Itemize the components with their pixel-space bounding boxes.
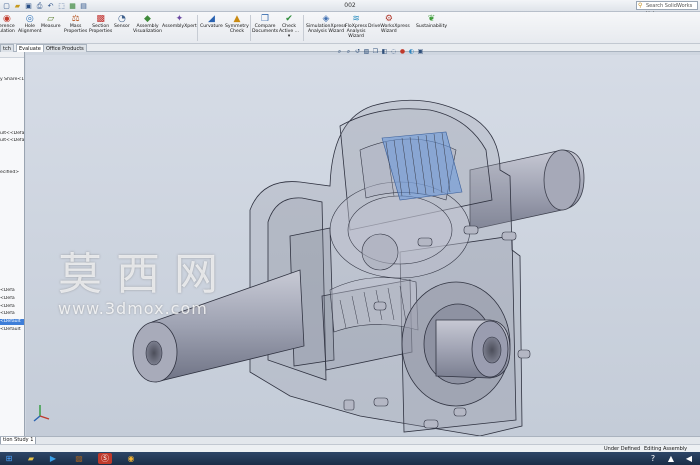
window-title: 002	[344, 2, 356, 9]
symmetry-check-icon: ▲	[233, 14, 241, 24]
print-icon[interactable]: ⎙	[35, 2, 44, 11]
save-icon[interactable]: ▣	[24, 2, 33, 11]
heads-up-view-toolbar: ⌕ ⌕ ↺ ▧ ❒ ◧ ◌ ● ◐ ▣	[336, 47, 424, 55]
curvature-icon: ◢	[207, 14, 215, 24]
feature-manager-toolbar	[0, 52, 24, 58]
assemblyxpert-button[interactable]: ✦ AssemblyXpert	[162, 14, 197, 29]
watermark: 莫西网 www.3dmox.com	[58, 249, 232, 319]
quick-access-toolbar: ▢ ▰ ▣ ⎙ ↶ ⬚ ▦ ▤	[2, 1, 88, 11]
driveworksxpress-button[interactable]: ⚙ DriveWorksXpress Wizard	[368, 14, 410, 34]
search-icon: ⚲	[638, 2, 643, 9]
output-shaft[interactable]	[435, 319, 511, 379]
tab-evaluate[interactable]: Evaluate	[16, 44, 44, 52]
help-icon[interactable]: ?	[646, 453, 660, 464]
compare-documents-button[interactable]: ❐ Compare Documents	[252, 14, 278, 34]
media-player-icon[interactable]: ▶	[46, 453, 60, 464]
measure-icon: ▱	[47, 14, 55, 24]
tree-item[interactable]: <Defa	[0, 296, 24, 302]
compare-documents-icon: ❐	[261, 14, 270, 24]
windows-taskbar: ⊞ ▰ ▶ ▩ Ⓢ ◉ ? ▲ ◀	[0, 452, 700, 465]
previous-view-icon[interactable]: ↺	[354, 48, 361, 55]
sustainability-button[interactable]: ❦ Sustainability	[416, 14, 447, 29]
chrome-icon[interactable]: ◉	[124, 453, 138, 464]
apply-scene-icon[interactable]: ◐	[408, 48, 415, 55]
display-style-icon[interactable]: ◧	[381, 48, 388, 55]
tab-sketch[interactable]: tch	[0, 44, 14, 52]
tree-item[interactable]: ult<<Defa	[0, 138, 24, 144]
zoom-to-fit-icon[interactable]: ⌕	[336, 48, 343, 55]
tree-item[interactable]: <Default	[0, 327, 24, 333]
ribbon-separator	[250, 15, 251, 41]
options-icon[interactable]: ▤	[79, 2, 88, 11]
tree-item-selected[interactable]: <Default	[0, 319, 24, 325]
hole-alignment-button[interactable]: ◎ Hole Alignment	[18, 14, 42, 34]
status-bar: Under Defined Editing Assembly	[0, 444, 700, 452]
curvature-button[interactable]: ◢ Curvature	[200, 14, 223, 29]
zoom-to-area-icon[interactable]: ⌕	[345, 48, 352, 55]
assembly-visualization-icon: ◆	[144, 14, 151, 24]
floxpress-icon: ≋	[352, 14, 360, 24]
explorer-icon[interactable]: ▰	[24, 453, 38, 464]
interference-icon: ◉	[2, 14, 11, 24]
watermark-url-text: www.3dmox.com	[58, 299, 208, 318]
hide-show-items-icon[interactable]: ◌	[390, 48, 397, 55]
command-manager-ribbon: ◉ erence ulation ◎ Hole Alignment ▱ Meas…	[0, 12, 700, 44]
section-properties-button[interactable]: ▩ Section Properties	[89, 14, 112, 34]
sensor-icon: ◔	[117, 14, 126, 24]
network-icon[interactable]: ▲	[664, 453, 678, 464]
open-folder-icon[interactable]: ▰	[13, 2, 22, 11]
view-orientation-icon[interactable]: ❒	[372, 48, 379, 55]
motion-study-tabs: tion Study 1	[0, 436, 700, 445]
view-settings-icon[interactable]: ▣	[417, 48, 424, 55]
tree-item[interactable]: <Defa	[0, 311, 24, 317]
title-bar: ▢ ▰ ▣ ⎙ ↶ ⬚ ▦ ▤ 002 ⚲ Search SolidWorks …	[0, 0, 700, 17]
help-search-input[interactable]: ⚲ Search SolidWorks Help	[636, 1, 698, 17]
sustainability-icon: ❦	[427, 14, 436, 24]
check-active-icon: ✔	[285, 14, 293, 24]
tree-item[interactable]: ecified>	[0, 170, 24, 176]
volume-icon[interactable]: ◀	[682, 453, 696, 464]
assemblyxpert-icon: ✦	[175, 14, 184, 24]
watermark-chinese-text: 莫西网	[58, 249, 232, 300]
driveworksxpress-icon: ⚙	[384, 14, 393, 24]
assembly-visualization-button[interactable]: ◆ Assembly Visualization	[133, 14, 162, 34]
check-active-button[interactable]: ✔ Check Active ... ▾	[279, 14, 299, 39]
sensor-button[interactable]: ◔ Sensor	[114, 14, 130, 29]
ribbon-separator	[197, 15, 198, 41]
windows-start-icon[interactable]: ⊞	[2, 453, 16, 464]
tree-item[interactable]: <Defa	[0, 304, 24, 310]
photo-app-icon[interactable]: ▩	[72, 453, 86, 464]
measure-button[interactable]: ▱ Measure	[41, 14, 61, 29]
new-document-icon[interactable]: ▢	[2, 2, 11, 11]
ribbon-separator	[303, 15, 304, 41]
floxpress-button[interactable]: ≋ FloXpress Analysis Wizard	[345, 14, 367, 39]
interference-detection-button[interactable]: ◉ erence ulation	[0, 14, 15, 34]
mass-properties-button[interactable]: ⚖ Mass Properties	[64, 14, 87, 34]
rebuild-icon[interactable]: ▦	[68, 2, 77, 11]
undo-icon[interactable]: ↶	[46, 2, 55, 11]
tree-item[interactable]: ult<<Defa	[0, 131, 24, 137]
chevron-down-icon: ▾	[287, 34, 291, 39]
axis-triad-icon	[33, 405, 50, 422]
hole-alignment-icon: ◎	[25, 14, 34, 24]
gearbox-model[interactable]	[26, 55, 700, 436]
tree-item[interactable]: y Share<1>	[0, 77, 24, 83]
section-properties-icon: ▩	[96, 14, 105, 24]
edit-appearance-icon[interactable]: ●	[399, 48, 406, 55]
simulationxpress-icon: ◈	[322, 14, 330, 24]
graphics-viewport[interactable]: 莫西网 www.3dmox.com	[26, 55, 700, 436]
mass-properties-icon: ⚖	[71, 14, 80, 24]
tab-office-products[interactable]: Office Products	[43, 44, 87, 52]
simulationxpress-button[interactable]: ◈ SimulationXpress Analysis Wizard	[306, 14, 346, 34]
tree-item[interactable]: <Defa	[0, 288, 24, 294]
symmetry-check-button[interactable]: ▲ Symmetry Check	[225, 14, 249, 34]
section-view-icon[interactable]: ▧	[363, 48, 370, 55]
select-icon[interactable]: ⬚	[57, 2, 66, 11]
feature-manager-tree: y Share<1> ult<<Defa ult<<Defa ecified> …	[0, 52, 25, 436]
solidworks-icon[interactable]: Ⓢ	[98, 453, 112, 464]
